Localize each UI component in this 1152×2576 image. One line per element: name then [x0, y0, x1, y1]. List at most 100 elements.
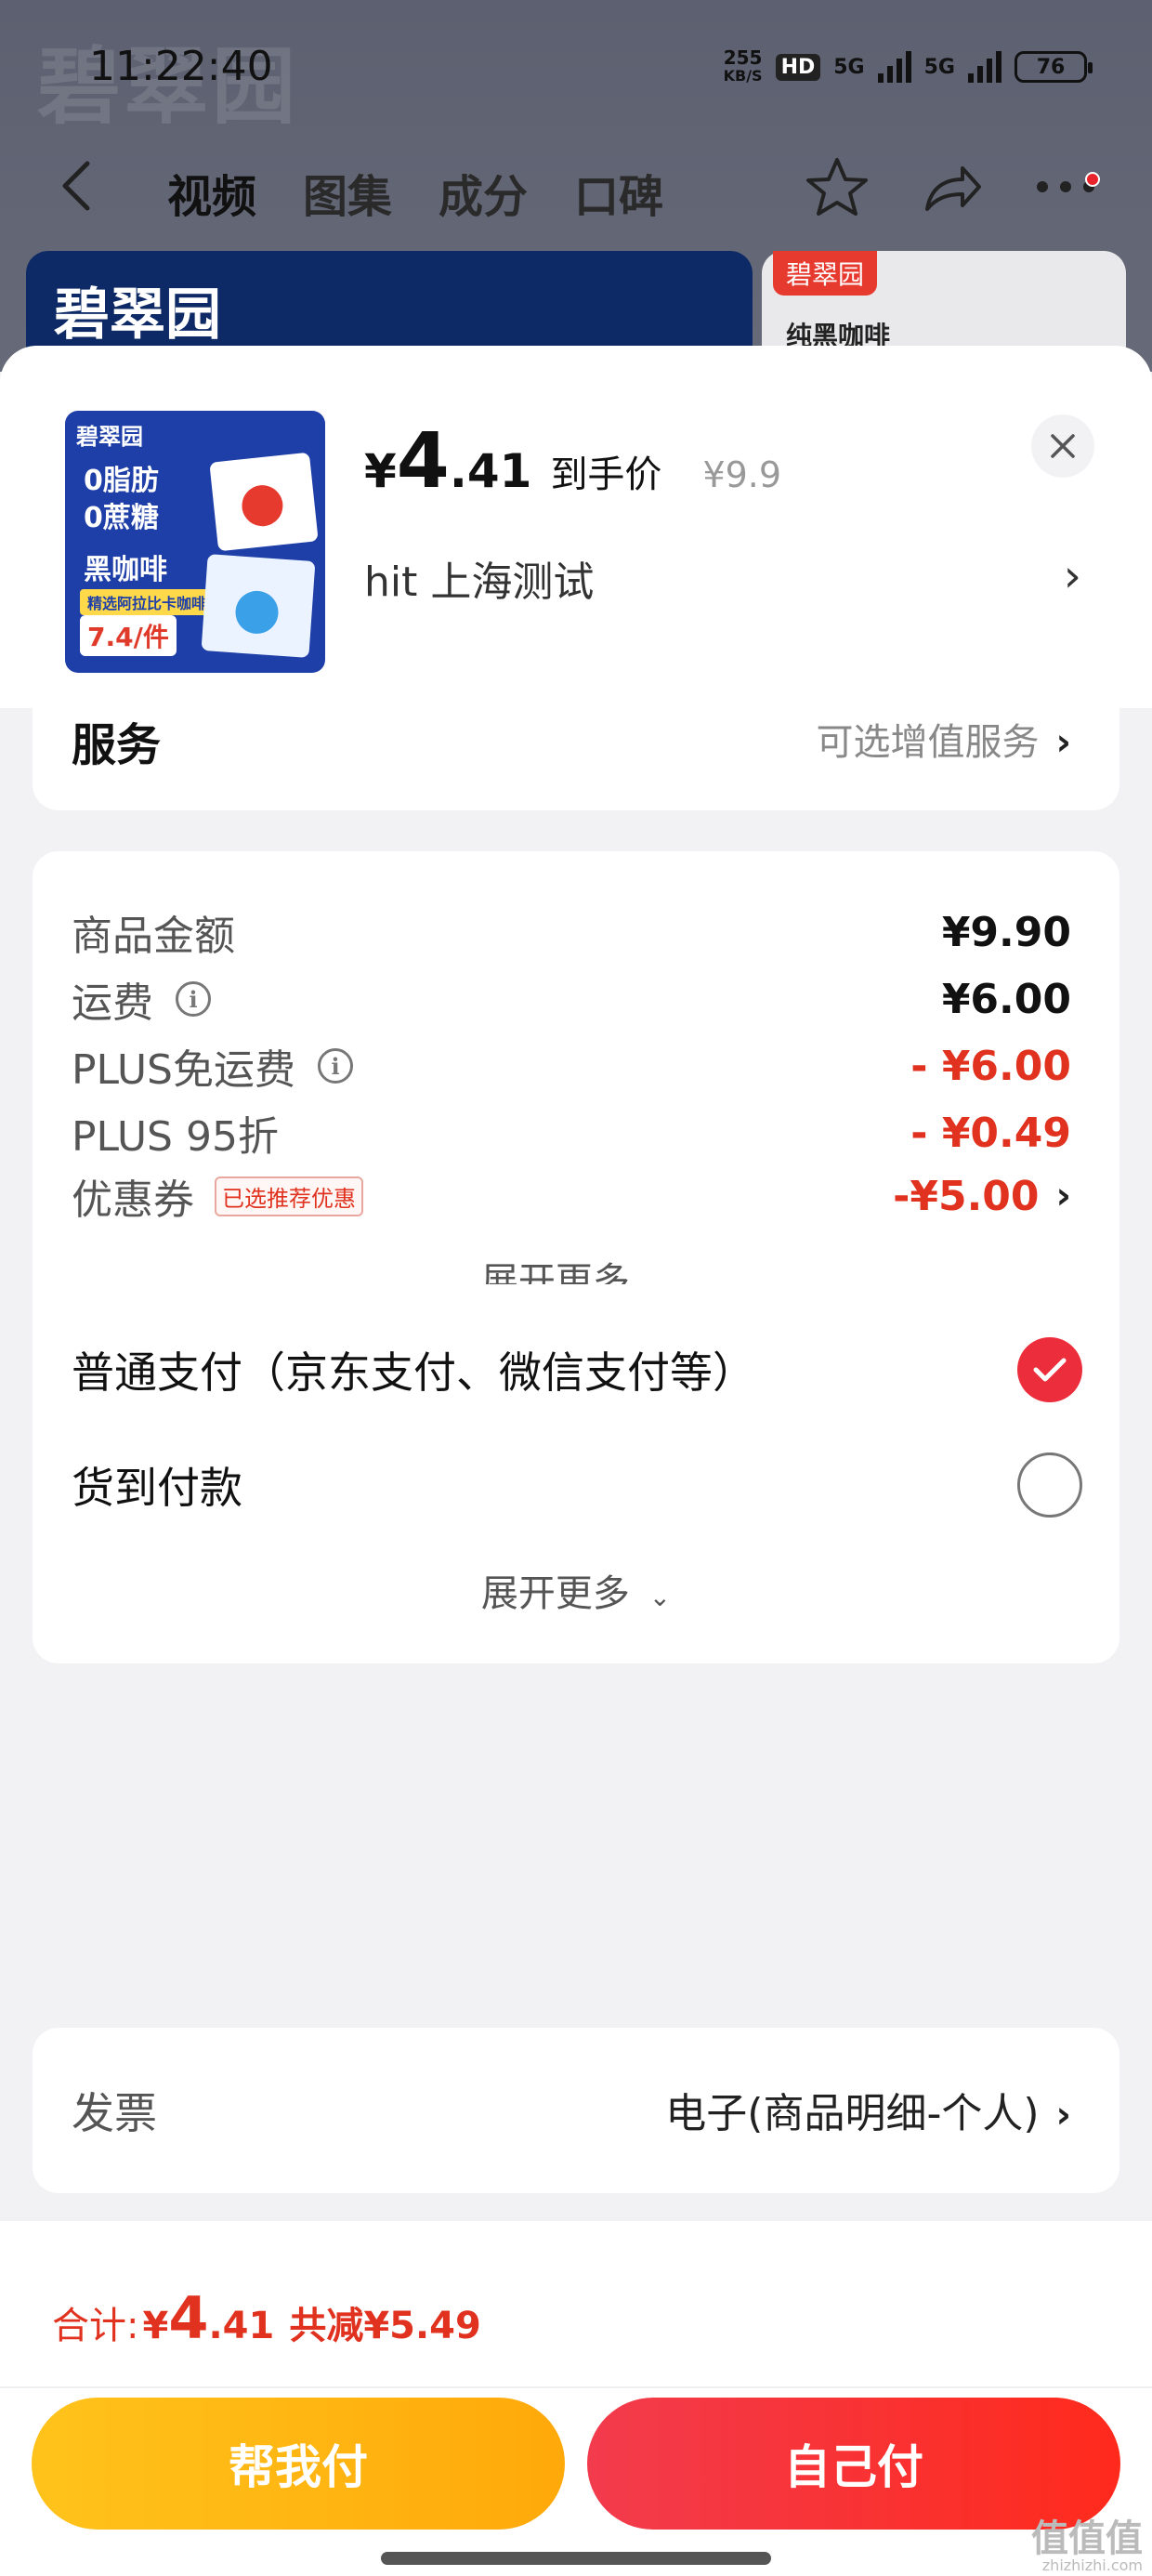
amount-label: 运费	[72, 979, 153, 1027]
favorite-star-icon[interactable]	[805, 156, 870, 217]
product-nav-bar: 视频 图集 成分 口碑	[0, 149, 1152, 223]
invoice-value[interactable]: 电子(商品明细-个人) ›	[665, 2080, 1071, 2139]
home-indicator[interactable]	[381, 2552, 771, 2565]
status-bar: 11:22:40 255 KB/S HD 5G 5G 76	[0, 0, 1152, 139]
expand-more-button[interactable]: 展开更多 ⌄	[33, 1563, 1119, 1617]
amount-label-wrap: 优惠券 已选推荐优惠	[72, 1166, 363, 1226]
thumbnail-line-1a: 0脂肪	[84, 465, 159, 497]
network-type-2: 5G	[923, 55, 955, 79]
amount-row-plus-discount: PLUS 95折 - ¥0.49	[72, 1100, 1071, 1165]
amount-label: 优惠券	[72, 1176, 194, 1224]
close-button[interactable]	[1031, 414, 1094, 478]
total-savings: 共减¥5.49	[289, 2305, 481, 2347]
help-me-pay-button[interactable]: 帮我付	[32, 2398, 565, 2530]
close-icon	[1051, 434, 1075, 458]
status-icons: 255 KB/S HD 5G 5G 76	[724, 48, 1093, 85]
thumbnail-price: 7.4/件	[80, 615, 177, 656]
coupon-value-wrap: -¥5.00 ›	[893, 1173, 1071, 1220]
total-label: 合计:	[52, 2305, 139, 2347]
tab-ingredients[interactable]: 成分	[439, 160, 528, 225]
chevron-right-icon: ›	[1055, 721, 1071, 764]
pay-myself-button[interactable]: 自己付	[587, 2398, 1120, 2530]
amount-row-coupon[interactable]: 优惠券 已选推荐优惠 -¥5.00 ›	[72, 1163, 1071, 1229]
thumbnail-line-1b: 0蔗糖	[84, 502, 159, 534]
total-currency: ¥	[142, 2305, 169, 2347]
background-banner-logo: 碧翠园	[54, 283, 221, 348]
network-type-1: 5G	[833, 55, 865, 79]
thumbnail-box-red	[209, 452, 319, 552]
tab-gallery[interactable]: 图集	[303, 160, 392, 225]
chevron-down-icon: ⌄	[648, 1582, 672, 1612]
notification-dot	[1085, 172, 1100, 187]
network-speed-unit: KB/S	[723, 67, 763, 85]
service-option[interactable]: 可选增值服务 ›	[817, 712, 1071, 766]
info-icon[interactable]: i	[176, 981, 211, 1017]
amount-value: ¥6.00	[941, 975, 1071, 1023]
status-time: 11:22:40	[89, 43, 273, 90]
total-summary: 合计: ¥ 4 .41 共减¥5.49	[52, 2284, 481, 2352]
signal-icon	[877, 51, 911, 83]
checkout-footer: 合计: ¥ 4 .41 共减¥5.49 帮我付 自己付 值值值 zhizhizh…	[0, 2221, 1152, 2576]
network-speed: 255 KB/S	[724, 48, 763, 85]
price-integer: 4	[396, 417, 450, 506]
amount-row-goods: 商品金额 ¥9.90	[72, 900, 1071, 965]
amount-label-wrap: PLUS免运费 i	[72, 1036, 353, 1096]
service-title: 服务	[72, 719, 162, 771]
amount-row-plus-shipping: PLUS免运费 i - ¥6.00	[72, 1033, 1071, 1098]
watermark-sub: zhizhizhi.com	[1041, 2556, 1143, 2574]
thumbnail-line-3: 黑咖啡	[84, 554, 167, 586]
amount-value: - ¥6.00	[910, 1042, 1071, 1090]
delivery-address[interactable]: hit 上海测试	[364, 548, 594, 608]
total-integer: 4	[168, 2284, 209, 2352]
nav-tabs: 视频 图集 成分 口碑	[167, 160, 663, 225]
more-icon[interactable]	[1035, 172, 1100, 196]
original-price: ¥9.9	[702, 454, 782, 495]
amount-row-shipping: 运费 i ¥6.00	[72, 966, 1071, 1032]
amount-label-wrap: 运费 i	[72, 969, 211, 1029]
payment-card: 普通支付（京东支付、微信支付等） 货到付款 展开更多 ⌄	[33, 1284, 1119, 1663]
info-icon[interactable]: i	[318, 1048, 353, 1084]
network-speed-value: 255	[723, 46, 763, 69]
service-card[interactable]: 服务 可选增值服务 ›	[33, 708, 1119, 810]
price-label: 到手价	[550, 453, 662, 496]
battery-icon: 76	[1015, 51, 1093, 83]
thumbnail-box-blue	[201, 554, 316, 658]
radio-checked-icon[interactable]	[1017, 1337, 1082, 1402]
payment-option-cod[interactable]: 货到付款	[72, 1448, 1082, 1522]
nav-actions	[805, 156, 1100, 217]
amount-value: ¥9.90	[941, 908, 1071, 956]
amount-value: -¥5.00	[893, 1172, 1040, 1220]
sheet-header: 碧翠园 0脂肪 0蔗糖 黑咖啡 精选阿拉比卡咖啡豆 7.4/件 ¥ 4 .41 …	[0, 346, 1152, 708]
signal-icon-2	[968, 51, 1001, 83]
back-icon[interactable]	[58, 158, 95, 223]
payment-option-online[interactable]: 普通支付（京东支付、微信支付等）	[72, 1333, 1082, 1407]
checkout-sheet: 碧翠园 0脂肪 0蔗糖 黑咖啡 精选阿拉比卡咖啡豆 7.4/件 ¥ 4 .41 …	[0, 346, 1152, 2576]
final-price: ¥ 4 .41 到手价 ¥9.9	[364, 424, 781, 500]
payment-option-label: 普通支付（京东支付、微信支付等）	[72, 1347, 755, 1398]
invoice-value-text: 电子(商品明细-个人)	[665, 2090, 1040, 2137]
price-decimal: .41	[449, 444, 532, 498]
thumbnail-line-1: 0脂肪 0蔗糖	[84, 463, 159, 537]
thumbnail-brand: 碧翠园	[76, 424, 143, 450]
invoice-label: 发票	[72, 2088, 157, 2138]
invoice-card[interactable]: 发票 电子(商品明细-个人) ›	[33, 2028, 1119, 2193]
watermark-text: 值值值	[1031, 2517, 1143, 2560]
address-chevron-icon[interactable]: ›	[1064, 550, 1081, 602]
service-option-label: 可选增值服务	[816, 721, 1040, 764]
hd-icon: HD	[775, 53, 821, 81]
chevron-right-icon: ›	[1055, 2094, 1071, 2136]
expand-more-label: 展开更多	[480, 1572, 630, 1615]
amount-label: 商品金额	[72, 913, 235, 960]
amount-label: PLUS免运费	[72, 1046, 295, 1094]
chevron-right-icon: ›	[1055, 1175, 1071, 1217]
product-thumbnail: 碧翠园 0脂肪 0蔗糖 黑咖啡 精选阿拉比卡咖啡豆 7.4/件	[65, 411, 325, 673]
amount-label: PLUS 95折	[72, 1113, 279, 1161]
price-currency: ¥	[364, 444, 397, 498]
amount-value: - ¥0.49	[910, 1109, 1071, 1157]
total-decimal: .41	[208, 2305, 275, 2347]
tab-reviews[interactable]: 口碑	[574, 160, 663, 225]
share-icon[interactable]	[922, 159, 983, 215]
tab-video[interactable]: 视频	[167, 160, 256, 225]
radio-unchecked-icon[interactable]	[1017, 1452, 1082, 1518]
background-card-tag: 碧翠园	[773, 251, 878, 296]
